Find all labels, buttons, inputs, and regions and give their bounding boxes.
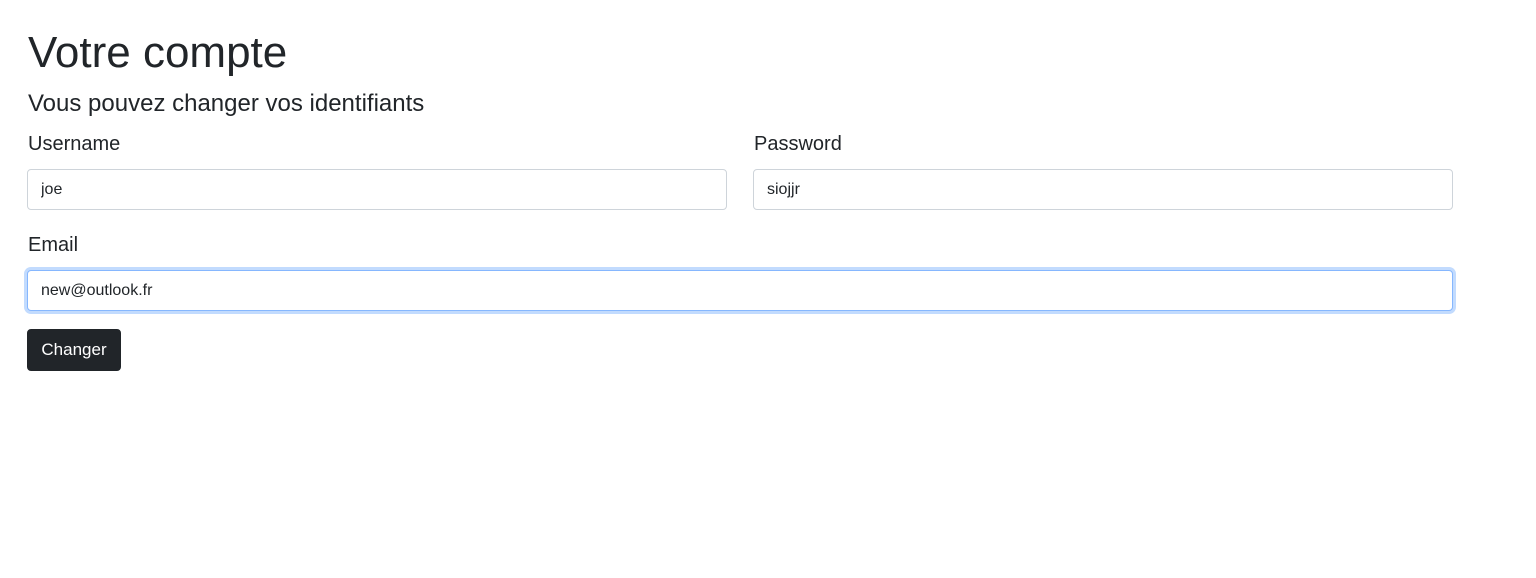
username-label: Username: [28, 133, 121, 155]
email-label: Email: [28, 234, 79, 256]
email-field[interactable]: [27, 270, 1453, 311]
change-button[interactable]: Changer: [27, 329, 121, 371]
password-field[interactable]: [753, 169, 1453, 210]
password-label: Password: [754, 133, 842, 155]
page-title: Votre compte: [28, 28, 288, 77]
page-subtitle: Vous pouvez changer vos identifiants: [28, 90, 425, 117]
username-field[interactable]: [27, 169, 727, 210]
